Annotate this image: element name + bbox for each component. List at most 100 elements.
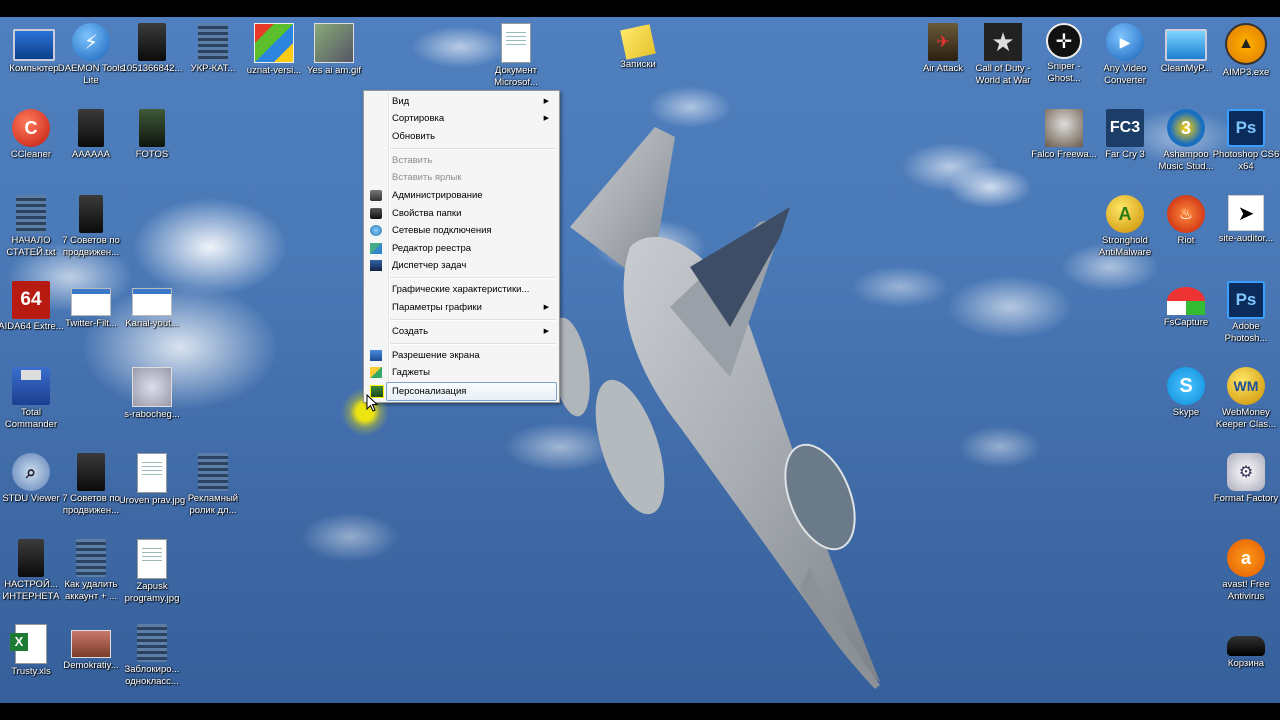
desktop-icon-site-auditor[interactable]: ➤ site-auditor... <box>1212 195 1280 245</box>
icon-label: НАСТРОЙ... ИНТЕРНЕТА <box>2 579 60 602</box>
desktop-icon-avast[interactable]: a avast! Free Antivirus <box>1212 539 1280 603</box>
desktop-icon-air-attack[interactable]: ✈ Air Attack <box>909 23 977 75</box>
icon-label: УКР-КАТ... <box>190 63 236 74</box>
desktop-icon-yes-ai-am-gif[interactable]: Yes ai am.gif <box>300 23 368 77</box>
air-attack-icon: ✈ <box>928 23 958 61</box>
icon-label: Yes ai am.gif <box>306 65 362 76</box>
desktop-icon-aaaaaa[interactable]: AAAAAA <box>57 109 125 161</box>
menu-item-paste[interactable]: Вставить <box>366 152 557 169</box>
menu-separator <box>390 319 556 321</box>
network-icon <box>370 225 382 236</box>
photoshop-icon: Ps <box>1227 109 1265 147</box>
cleanmypc-icon <box>1165 29 1207 61</box>
desktop-icon-7-sovetov-2[interactable]: 7 Советов по продвижен... <box>57 453 125 517</box>
icon-label: s-rabocheg... <box>124 409 180 420</box>
desktop-icon-notes[interactable]: Записки <box>604 23 672 71</box>
menu-separator <box>390 148 556 150</box>
menu-item-administration[interactable]: Администрирование <box>366 187 557 204</box>
desktop-icon-far-cry-3[interactable]: FC3 Far Cry 3 <box>1091 109 1159 161</box>
menu-item-graphics-options[interactable]: Параметры графики ▶ <box>366 299 557 316</box>
desktop-icon-aimp3[interactable]: ▲ AIMP3.exe <box>1212 23 1280 79</box>
menu-item-label: Разрешение экрана <box>392 350 480 361</box>
icon-label: DAEMON Tools Lite <box>57 63 125 86</box>
desktop[interactable]: Компьютер ⚡ DAEMON Tools Lite 1051366842… <box>0 17 1280 703</box>
desktop-icon-falco[interactable]: Falco Freewa... <box>1030 109 1098 161</box>
menu-item-personalization[interactable]: Персонализация <box>386 382 557 401</box>
menu-item-refresh[interactable]: Обновить <box>366 128 557 145</box>
menu-item-screen-resolution[interactable]: Разрешение экрана <box>366 347 557 364</box>
admin-tools-icon <box>370 190 382 201</box>
windows-image-icon <box>254 23 294 63</box>
desktop-icon-demokratiy[interactable]: Demokratiy... <box>57 624 125 672</box>
menu-item-network-connections[interactable]: Сетевые подключения <box>366 222 557 239</box>
desktop-icon-webmoney[interactable]: WM WebMoney Keeper Clas... <box>1212 367 1280 431</box>
menu-item-label: Редактор реестра <box>392 243 472 254</box>
desktop-icon-adobe-photoshop[interactable]: Ps Adobe Photosh... <box>1212 281 1280 345</box>
menu-item-new[interactable]: Создать ▶ <box>366 323 557 340</box>
icon-label: Trusty.xls <box>11 666 51 677</box>
menu-item-graphics-properties[interactable]: Графические характеристики... <box>366 281 557 298</box>
desktop-icon-reklamny-rolik[interactable]: Рекламный ролик дл... <box>179 453 247 517</box>
desktop-icon-zablokirovan[interactable]: Заблокиро... однокласс... <box>118 624 186 688</box>
desktop-icon-kanal-yout[interactable]: Kanal-yout... <box>118 281 186 330</box>
desktop-icon-trusty-xls[interactable]: Trusty.xls <box>0 624 65 678</box>
desktop-icon-zapusk-programy[interactable]: Zapusk programy.jpg <box>118 539 186 605</box>
desktop-icon-aida64[interactable]: 64 AIDA64 Extre... <box>0 281 65 333</box>
icon-label: Far Cry 3 <box>1105 149 1145 160</box>
desktop-icon-uroven-prav[interactable]: Uroven prav.jpg <box>118 453 186 507</box>
desktop-icon-stronghold[interactable]: A Stronghold AntiMalware <box>1091 195 1159 259</box>
computer-icon <box>13 29 55 61</box>
desktop-icon-nastroy-interneta[interactable]: НАСТРОЙ... ИНТЕРНЕТА <box>0 539 65 603</box>
menu-item-task-manager[interactable]: Диспетчер задач <box>366 257 557 274</box>
desktop-icon-nachalo-statey[interactable]: НАЧАЛО СТАТЕЙ.txt <box>0 195 65 259</box>
icon-label: Sniper - Ghost... <box>1047 61 1081 84</box>
icon-label: Air Attack <box>922 63 964 74</box>
desktop-icon-twitter-filt[interactable]: Twitter-Filt... <box>57 281 125 330</box>
menu-item-gadgets[interactable]: Гаджеты <box>366 364 557 381</box>
fighter-jet-wallpaper <box>550 127 880 689</box>
menu-item-label: Вставить <box>392 155 433 166</box>
menu-item-folder-options[interactable]: Свойства папки <box>366 205 557 222</box>
skype-icon: S <box>1167 367 1205 405</box>
folder-icon <box>78 109 104 147</box>
menu-item-view[interactable]: Вид ▶ <box>366 93 557 110</box>
desktop-icon-7-sovetov-1[interactable]: 7 Советов по продвижен... <box>57 195 125 259</box>
menu-item-label: Вставить ярлык <box>392 172 462 183</box>
icon-label: Zapusk programy.jpg <box>124 581 180 604</box>
icon-label: CCleaner <box>10 149 52 160</box>
desktop-context-menu[interactable]: Вид ▶ Сортировка ▶ Обновить Вставить Вст… <box>363 90 560 403</box>
icon-label: uznat-versi... <box>246 65 302 76</box>
desktop-icon-skype[interactable]: S Skype <box>1152 367 1220 419</box>
desktop-icon-ccleaner[interactable]: C CCleaner <box>0 109 65 161</box>
desktop-icon-ashampoo[interactable]: 3 Ashampoo Music Stud... <box>1152 109 1220 173</box>
aida64-icon: 64 <box>12 281 50 319</box>
desktop-icon-stdu-viewer[interactable]: ⌕ STDU Viewer <box>0 453 65 505</box>
desktop-icon-ukr-kat[interactable]: УКР-КАТ... <box>179 23 247 75</box>
document-icon <box>137 539 167 579</box>
menu-item-paste-shortcut[interactable]: Вставить ярлык <box>366 169 557 186</box>
desktop-icon-uznat-versi[interactable]: uznat-versi... <box>240 23 308 77</box>
menu-item-label: Вид <box>392 96 410 107</box>
desktop-icon-cleanmypc[interactable]: CleanMyP... <box>1152 23 1220 75</box>
desktop-icon-kak-udalit-akkaunt[interactable]: Как удалить аккаунт + ... <box>57 539 125 603</box>
file-icon <box>138 23 166 61</box>
desktop-icon-total-commander[interactable]: Total Commander <box>0 367 65 431</box>
desktop-icon-recycle-bin[interactable]: Корзина <box>1212 624 1280 670</box>
desktop-icon-sniper[interactable]: ✛ Sniper - Ghost... <box>1030 23 1098 85</box>
desktop-icon-photoshop-cs6[interactable]: Ps Photoshop CS6 x64 <box>1212 109 1280 173</box>
desktop-icon-daemon-tools[interactable]: ⚡ DAEMON Tools Lite <box>57 23 125 87</box>
desktop-icon-word-document[interactable]: Документ Microsof... <box>482 23 550 89</box>
desktop-icon-file-1051366842[interactable]: 1051366842... <box>118 23 186 75</box>
menu-item-sort[interactable]: Сортировка ▶ <box>366 110 557 127</box>
desktop-icon-riot[interactable]: ♨ Riot <box>1152 195 1220 247</box>
recycle-bin-icon <box>1227 636 1265 656</box>
desktop-icon-call-of-duty[interactable]: ★ Call of Duty - World at War <box>969 23 1037 87</box>
desktop-icon-fscapture[interactable]: FsCapture <box>1152 281 1220 329</box>
icon-label: 7 Советов по продвижен... <box>62 493 120 516</box>
desktop-icon-format-factory[interactable]: ⚙ Format Factory <box>1212 453 1280 505</box>
desktop-icon-s-rabocheg[interactable]: s-rabocheg... <box>118 367 186 421</box>
menu-item-registry-editor[interactable]: Редактор реестра <box>366 240 557 257</box>
icon-label: Записки <box>620 59 656 70</box>
desktop-icon-fotos[interactable]: FOTOS <box>118 109 186 161</box>
desktop-icon-any-video-converter[interactable]: ▶ Any Video Converter <box>1091 23 1159 87</box>
